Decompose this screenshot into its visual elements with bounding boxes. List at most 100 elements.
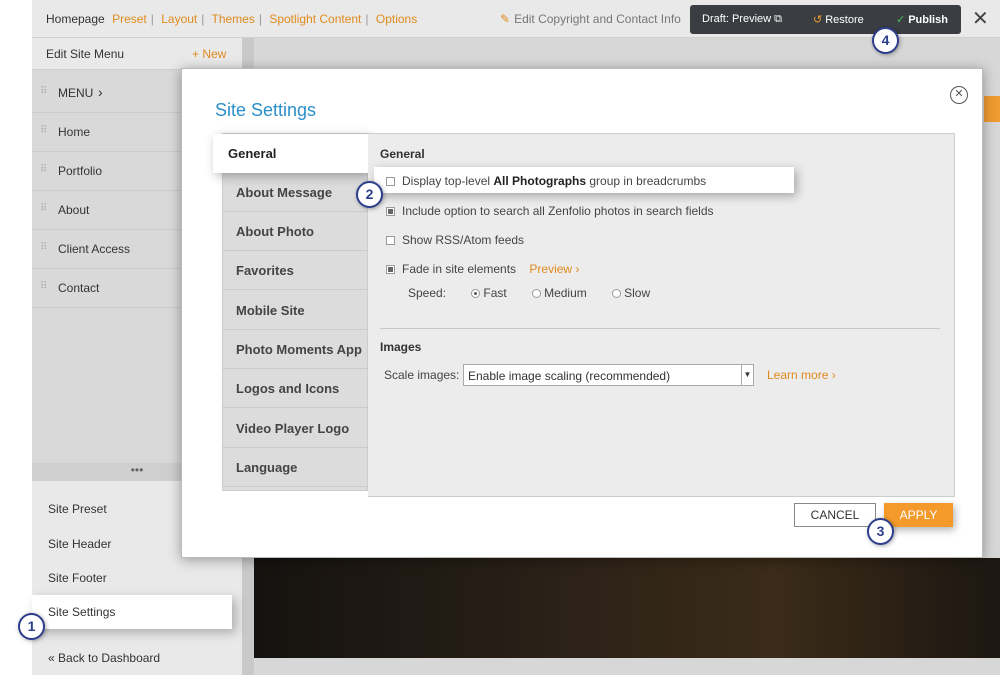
edit-copyright-label: Edit Copyright and Contact Info [514, 12, 681, 26]
tab-label: About Message [236, 185, 333, 200]
step-marker-4: 4 [872, 27, 899, 54]
pencil-icon: ✎ [500, 12, 511, 26]
option-label-prefix: Display top-level [402, 174, 494, 188]
speed-label: Speed: [408, 286, 447, 300]
tab-mobile-site[interactable]: Mobile Site [223, 291, 368, 330]
grip-icon[interactable]: ⠿ [40, 242, 47, 253]
apply-button[interactable]: APPLY [884, 503, 953, 527]
tab-general[interactable]: General [213, 134, 368, 173]
section-title-images: Images [380, 340, 422, 354]
top-nav: Homepage Preset | Layout | Themes | Spotlig… [46, 12, 418, 26]
sidebar-item-label: Home [58, 125, 91, 139]
nav-themes[interactable]: Themes [212, 12, 255, 26]
sidebar-item-label: Contact [58, 281, 100, 295]
sidebar-item-site-header[interactable]: Site Header [48, 537, 111, 551]
option-label-bold: All Photographs [493, 174, 587, 188]
draft-preview-button[interactable]: Draft: Preview ⧉ [702, 13, 782, 26]
preview-link-label: Preview [529, 262, 573, 276]
nav-layout[interactable]: Layout [161, 12, 197, 26]
preview-link[interactable]: Preview › [529, 262, 579, 276]
grip-icon[interactable]: ⠿ [40, 86, 47, 97]
option-label: Fade in site elements [402, 262, 517, 276]
grip-icon[interactable]: ⠿ [40, 125, 47, 136]
nav-preset[interactable]: Preset [112, 12, 147, 26]
breadcrumbs-checkbox[interactable] [386, 177, 395, 186]
chevron-right-icon: › [831, 368, 836, 382]
sidebar-item-site-footer[interactable]: Site Footer [48, 571, 107, 585]
new-menu-item-button[interactable]: + New [192, 47, 226, 61]
option-label: Include option to search all Zenfolio ph… [402, 204, 714, 218]
plus-icon: + [192, 47, 203, 61]
fade-in-checkbox[interactable] [386, 265, 395, 274]
chevron-right-icon: › [575, 262, 580, 276]
grip-icon[interactable]: ⠿ [40, 203, 47, 214]
settings-tabs: General About Message About Photo Favori… [213, 133, 368, 491]
preview-photo [254, 558, 1000, 658]
tab-favorites[interactable]: Favorites [223, 251, 368, 290]
tab-about-message[interactable]: About Message [223, 173, 368, 212]
publish-button[interactable]: ✓ Publish [896, 13, 948, 26]
sidebar-item-label: Site Settings [48, 605, 116, 619]
search-all-checkbox[interactable] [386, 207, 395, 216]
restore-button[interactable]: ↺ Restore [813, 13, 864, 26]
double-chevron-left-icon: « [48, 651, 55, 665]
sidebar-item-label: Portfolio [58, 164, 103, 178]
top-bar: Homepage Preset | Layout | Themes | Spotlig… [32, 0, 1000, 38]
option-label: Show RSS/Atom feeds [402, 233, 525, 247]
sidebar-item-label: MENU [58, 86, 94, 100]
draft-preview-label: Draft: Preview [702, 13, 772, 25]
section-divider [380, 328, 940, 329]
check-circle-icon: ✓ [896, 14, 906, 26]
sidebar-item-site-preset[interactable]: Site Preset [48, 502, 107, 516]
scale-images-value: Enable image scaling (recommended) [468, 369, 671, 383]
tab-label: Mobile Site [236, 303, 305, 318]
scale-images-label: Scale images: [384, 368, 460, 382]
settings-content: General Display top-level All Photograph… [368, 133, 955, 497]
tab-label: Video Player Logo [236, 421, 350, 436]
sidebar-title: Edit Site Menu [46, 47, 125, 61]
nav-options[interactable]: Options [376, 12, 417, 26]
learn-more-label: Learn more [767, 368, 829, 382]
restore-icon: ↺ [813, 14, 823, 26]
nav-homepage[interactable]: Homepage [46, 12, 105, 26]
speed-slow-radio[interactable] [612, 289, 622, 298]
rss-checkbox[interactable] [386, 236, 395, 245]
chevron-down-icon: ▼ [741, 365, 753, 385]
option-rss-feeds[interactable]: Show RSS/Atom feeds [386, 233, 524, 247]
tab-language[interactable]: Language [223, 448, 368, 487]
tab-label: Logos and Icons [236, 381, 340, 396]
learn-more-link[interactable]: Learn more › [767, 368, 836, 382]
tab-about-photo[interactable]: About Photo [223, 212, 368, 251]
modal-title: Site Settings [215, 100, 317, 120]
restore-label: Restore [825, 14, 864, 26]
edit-copyright-link[interactable]: ✎ Edit Copyright and Contact Info [500, 12, 681, 26]
preview-orange-tab [984, 96, 1000, 122]
back-label: Back to Dashboard [58, 651, 161, 665]
tab-label: Photo Moments App [236, 342, 362, 357]
nav-spotlight-content[interactable]: Spotlight Content [269, 12, 361, 26]
speed-medium-radio[interactable] [532, 289, 542, 298]
cancel-button[interactable]: CANCEL [794, 503, 876, 527]
tab-logos-and-icons[interactable]: Logos and Icons [223, 369, 368, 408]
section-title-general: General [380, 147, 425, 161]
option-fade-in[interactable]: Fade in site elements Preview › [386, 262, 579, 276]
chevron-right-icon: › [98, 84, 103, 100]
back-to-dashboard-link[interactable]: « Back to Dashboard [48, 651, 160, 665]
step-marker-3: 3 [867, 518, 894, 545]
speed-medium-label: Medium [544, 286, 587, 300]
close-icon[interactable]: ✕ [972, 6, 989, 31]
tab-photo-moments-app[interactable]: Photo Moments App [223, 330, 368, 369]
option-label-suffix: group in breadcrumbs [586, 174, 707, 188]
option-breadcrumbs[interactable]: Display top-level All Photographs group … [374, 167, 794, 193]
scale-images-select[interactable]: Enable image scaling (recommended) ▼ [463, 364, 754, 386]
grip-icon[interactable]: ⠿ [40, 164, 47, 175]
step-marker-2: 2 [356, 181, 383, 208]
option-search-all[interactable]: Include option to search all Zenfolio ph… [386, 204, 714, 218]
grip-icon[interactable]: ⠿ [40, 281, 47, 292]
speed-slow-label: Slow [624, 286, 651, 300]
tab-video-player-logo[interactable]: Video Player Logo [223, 409, 368, 448]
sidebar-item-site-settings[interactable]: Site Settings [32, 595, 232, 629]
close-icon[interactable]: ✕ [950, 86, 968, 104]
speed-fast-radio[interactable] [471, 289, 481, 298]
speed-selector: Speed: Fast Medium Slow [408, 286, 650, 300]
